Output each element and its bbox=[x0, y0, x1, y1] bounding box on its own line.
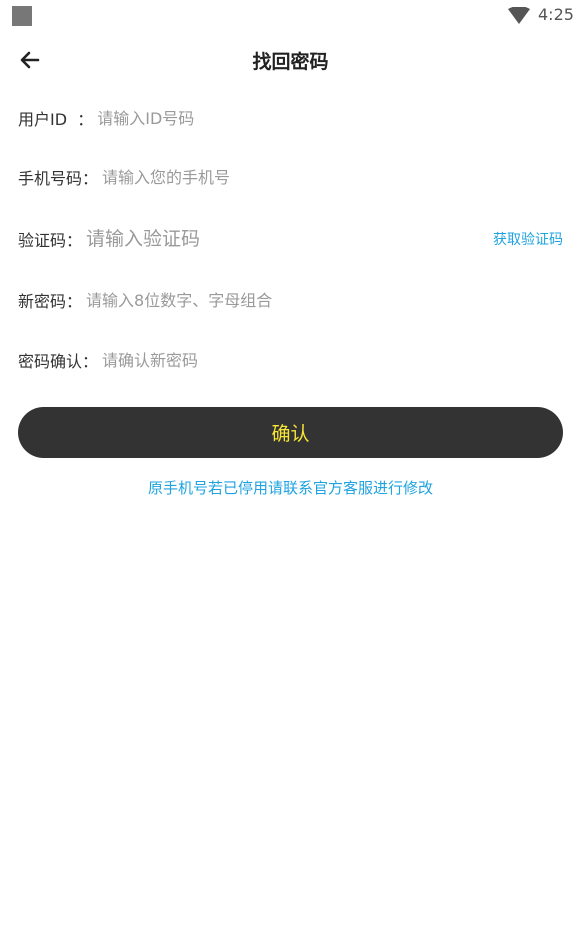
confirm-password-label: 密码确认： bbox=[18, 352, 99, 371]
user-id-row: 用户ID ： bbox=[18, 98, 563, 138]
confirm-button[interactable]: 确认 bbox=[18, 407, 563, 458]
confirm-password-row: 密码确认： bbox=[18, 340, 563, 380]
code-input[interactable] bbox=[86, 228, 493, 250]
status-bar: 4:25 bbox=[0, 0, 581, 30]
code-label: 验证码： bbox=[18, 231, 83, 250]
new-password-label: 新密码： bbox=[18, 292, 83, 311]
header: 找回密码 bbox=[0, 38, 581, 82]
notification-icon bbox=[12, 6, 32, 26]
phone-row: 手机号码： bbox=[18, 157, 563, 197]
phone-input[interactable] bbox=[102, 167, 563, 187]
user-id-input[interactable] bbox=[97, 108, 563, 128]
status-time: 4:25 bbox=[538, 5, 574, 24]
new-password-row: 新密码： bbox=[18, 280, 563, 320]
confirm-password-input[interactable] bbox=[102, 350, 563, 370]
wifi-icon bbox=[508, 7, 530, 24]
user-id-label: 用户ID ： bbox=[18, 110, 94, 129]
contact-support-notice: 原手机号若已停用请联系官方客服进行修改 bbox=[147, 479, 433, 497]
code-row: 验证码： 获取验证码 bbox=[18, 219, 563, 259]
new-password-input[interactable] bbox=[86, 290, 563, 310]
get-code-button[interactable]: 获取验证码 bbox=[493, 229, 563, 249]
phone-label: 手机号码： bbox=[18, 169, 99, 188]
page-title: 找回密码 bbox=[252, 51, 329, 73]
